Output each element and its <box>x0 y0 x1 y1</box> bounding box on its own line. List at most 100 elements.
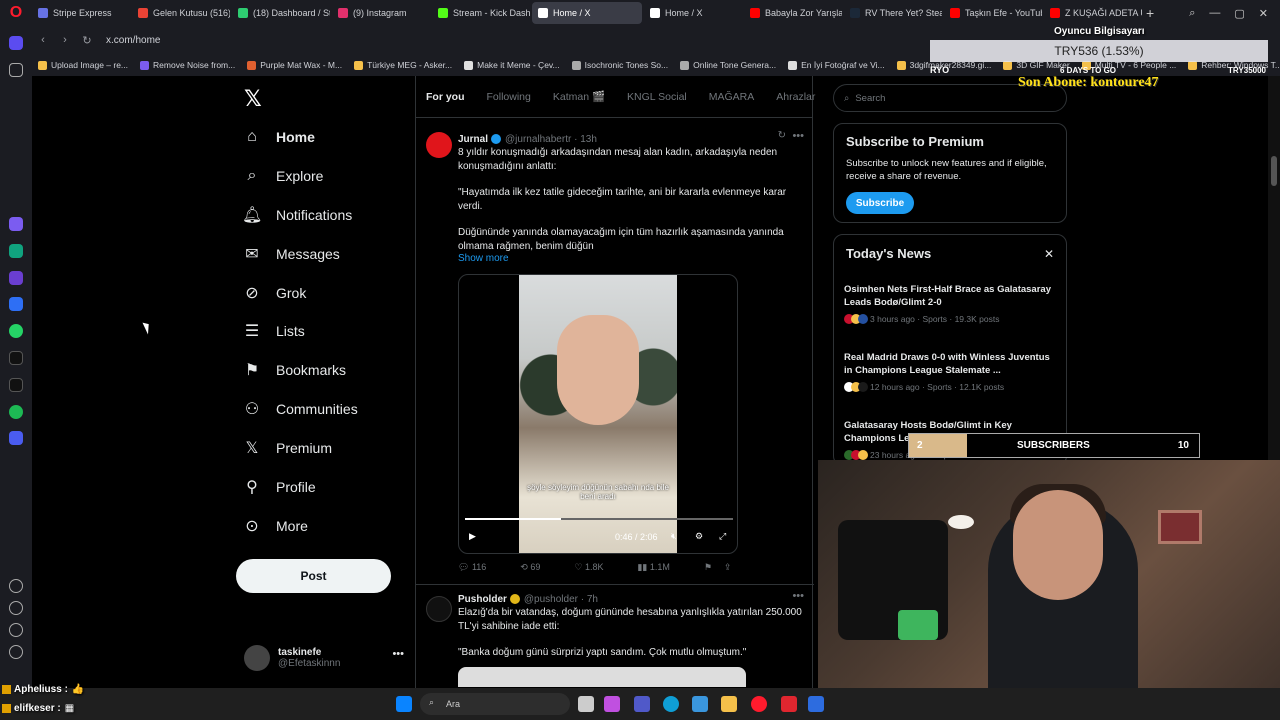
opera-icon[interactable] <box>751 696 767 712</box>
post-button[interactable]: Post <box>236 559 391 593</box>
browser-tab[interactable]: (18) Dashboard / Stre <box>232 2 330 24</box>
nav-item-explore[interactable]: ⌕ Explore <box>242 161 324 191</box>
browser-tab[interactable]: Home / X <box>532 2 642 24</box>
heart-icon[interactable] <box>9 579 23 593</box>
browser-tab[interactable]: Z KUŞAĞI ADETA UYA <box>1044 2 1142 24</box>
tweet-author-name[interactable]: Pusholder <box>458 594 507 605</box>
lightbulb-icon[interactable] <box>9 645 23 659</box>
messenger-icon[interactable] <box>9 297 23 311</box>
edge-icon[interactable] <box>663 696 679 712</box>
nav-item-profile[interactable]: ⚲ Profile <box>242 472 316 502</box>
news-item[interactable]: Osimhen Nets First-Half Brace as Galatas… <box>844 283 1058 324</box>
browser-tab[interactable]: Stripe Express <box>32 2 130 24</box>
settings-icon[interactable] <box>9 623 23 637</box>
grok-icon[interactable]: ↻ <box>778 130 786 141</box>
bookmark-item[interactable]: Upload Image – re... <box>32 60 134 70</box>
more-dots-icon[interactable]: ••• <box>392 648 404 660</box>
history-icon[interactable] <box>9 601 23 615</box>
tweet-time[interactable]: 7h <box>587 594 598 605</box>
feed-tab[interactable]: Katman 🎬 <box>553 90 605 103</box>
feed-tab[interactable]: KNGL Social <box>627 91 687 103</box>
bookmark-item[interactable]: Türkiye MEG - Asker... <box>348 60 458 70</box>
bookmark-item[interactable]: Purple Mat Wax - M... <box>241 60 348 70</box>
new-tab-button[interactable]: + <box>1146 5 1154 21</box>
like-button[interactable]: ♡ 1.8K <box>574 562 603 573</box>
bookmark-item[interactable]: Make it Meme - Çev... <box>458 60 566 70</box>
nav-item-messages[interactable]: ✉ Messages <box>242 239 340 269</box>
browser-tab[interactable]: Taşkın Efe - YouTube <box>944 2 1042 24</box>
player-icon[interactable] <box>9 431 23 445</box>
tweet-media[interactable] <box>458 666 746 687</box>
tweet-handle[interactable]: @pusholder <box>524 594 578 605</box>
tweet-video[interactable]: şöyle söyleyim düğünün sabahı nda bile b… <box>458 274 738 554</box>
nav-item-bookmarks[interactable]: ⚑ Bookmarks <box>242 355 346 385</box>
account-switcher[interactable]: taskinefe @Efetaskinnn ••• <box>244 642 404 674</box>
tweet[interactable]: Jurnal @jurnalhabertr · 13h 8 yıldır kon… <box>416 126 814 586</box>
reload-icon[interactable]: ↻ <box>76 34 98 47</box>
nav-item-home[interactable]: ⌂ Home <box>242 122 315 152</box>
more-dots-icon[interactable]: ••• <box>792 590 804 602</box>
browser-tab[interactable]: Gelen Kutusu (516) <box>132 2 230 24</box>
views-button[interactable]: ▮▮ 1.1M <box>637 562 669 573</box>
x-logo-icon[interactable]: 𝕏 <box>244 86 262 112</box>
nav-item-communities[interactable]: ⚇ Communities <box>242 394 358 424</box>
aria-icon[interactable] <box>9 217 23 231</box>
nav-item-lists[interactable]: ☰ Lists <box>242 316 305 346</box>
star-icon[interactable] <box>9 63 23 77</box>
bookmark-item[interactable]: Remove Noise from... <box>134 60 241 70</box>
taskbar-search[interactable]: ⌕ Ara <box>420 693 570 715</box>
chatgpt-icon[interactable] <box>9 244 23 258</box>
repost-button[interactable]: ⟲ 69 <box>520 562 540 573</box>
browser-tab[interactable]: (9) Instagram <box>332 2 430 24</box>
tweet-author-name[interactable]: Jurnal <box>458 134 488 145</box>
app-icon[interactable] <box>808 696 824 712</box>
feed-tab[interactable]: For you <box>426 91 465 103</box>
feed-tab[interactable]: Following <box>487 91 531 103</box>
bookmark-icon[interactable]: ⚑ <box>704 562 712 573</box>
home-icon[interactable] <box>9 36 23 50</box>
share-icon[interactable]: ⇪ <box>724 562 732 573</box>
browser-tab[interactable]: Babayla Zor Yarışlar <box>744 2 842 24</box>
news-item[interactable]: Real Madrid Draws 0-0 with Winless Juven… <box>844 351 1058 392</box>
app-icon[interactable] <box>781 696 797 712</box>
teams-icon[interactable] <box>634 696 650 712</box>
play-icon[interactable]: ▶ <box>469 531 476 542</box>
browser-tab[interactable]: RV There Yet? Steam <box>844 2 942 24</box>
nav-item-notifications[interactable]: 🔔︎ Notifications <box>242 200 352 230</box>
forward-button[interactable]: › <box>54 34 76 46</box>
bookmark-item[interactable]: Isochronic Tones So... <box>566 60 674 70</box>
maximize-button[interactable]: ▢ <box>1234 7 1244 20</box>
windows-start-icon[interactable] <box>396 696 412 712</box>
back-button[interactable]: ‹ <box>32 34 54 46</box>
url-field[interactable]: x.com/home <box>106 35 160 46</box>
video-progress-bar[interactable] <box>465 518 733 520</box>
feed-tab[interactable]: MAĞARA <box>709 91 755 103</box>
spotify-icon[interactable] <box>9 405 23 419</box>
cs-icon[interactable] <box>9 271 23 285</box>
close-window-button[interactable]: ✕ <box>1259 7 1268 20</box>
avatar[interactable] <box>426 132 452 158</box>
taskview-icon[interactable] <box>578 696 594 712</box>
show-more-link[interactable]: Show more <box>458 253 806 264</box>
nav-item-more[interactable]: ⊙ More <box>242 511 308 541</box>
close-icon[interactable]: ✕ <box>1044 247 1054 261</box>
settings-icon[interactable]: ⚙ <box>695 531 703 542</box>
more-dots-icon[interactable]: ••• <box>792 130 804 142</box>
browser-tab[interactable]: Home / X <box>644 2 742 24</box>
avatar[interactable] <box>426 596 452 622</box>
mute-icon[interactable]: 🔇︎ <box>671 531 677 542</box>
fullscreen-icon[interactable]: ⤢ <box>719 531 726 542</box>
bookmark-item[interactable]: En İyi Fotoğraf ve Vi... <box>782 60 890 70</box>
browser-tab[interactable]: Stream - Kick Dashbo <box>432 2 530 24</box>
copilot-icon[interactable] <box>604 696 620 712</box>
minimize-button[interactable]: — <box>1209 7 1220 19</box>
nav-item-premium[interactable]: 𝕏 Premium <box>242 433 332 463</box>
explorer-icon[interactable] <box>721 696 737 712</box>
x-icon[interactable] <box>9 378 23 392</box>
reply-button[interactable]: 💬︎ 116 <box>458 562 486 573</box>
tiktok-icon[interactable] <box>9 351 23 365</box>
nav-item-grok[interactable]: ⊘ Grok <box>242 278 306 308</box>
tweet[interactable]: Pusholder @pusholder · 7h Elazığ'da bir … <box>416 590 814 688</box>
search-tabs-icon[interactable]: ⌕ <box>1189 7 1195 20</box>
feed-tab[interactable]: Ahrazlar <box>776 91 815 103</box>
